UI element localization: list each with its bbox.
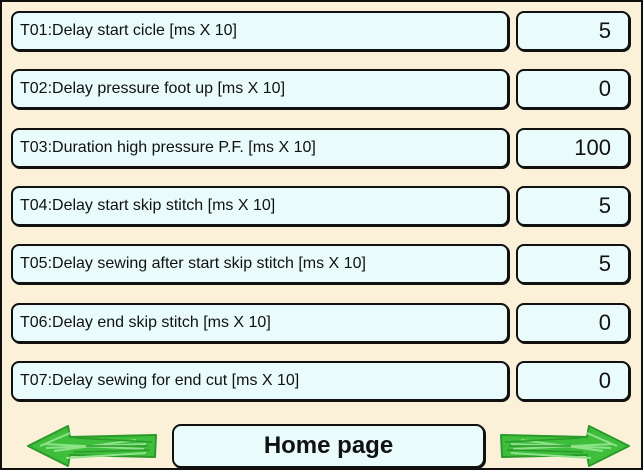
arrow-left-icon[interactable] [26,424,158,468]
bottom-navigation: Home page [2,424,641,468]
param-label-t06: T06:Delay end skip stitch [ms X 10] [11,303,509,343]
param-label-t05: T05:Delay sewing after start skip stitch… [11,244,509,284]
param-value-t07[interactable]: 0 [516,361,630,401]
param-value-t03[interactable]: 100 [516,128,630,168]
param-row-t03: T03:Duration high pressure P.F. [ms X 10… [11,128,635,172]
param-value-t05[interactable]: 5 [516,244,630,284]
param-label-t01: T01:Delay start cicle [ms X 10] [11,11,509,51]
param-value-t02[interactable]: 0 [516,69,630,109]
param-row-t06: T06:Delay end skip stitch [ms X 10] 0 [11,303,635,347]
param-row-t02: T02:Delay pressure foot up [ms X 10] 0 [11,69,635,113]
parameter-screen: T01:Delay start cicle [ms X 10] 5 T02:De… [0,0,643,470]
param-value-t04[interactable]: 5 [516,186,630,226]
param-row-t01: T01:Delay start cicle [ms X 10] 5 [11,11,635,55]
param-row-t05: T05:Delay sewing after start skip stitch… [11,244,635,288]
param-row-t04: T04:Delay start skip stitch [ms X 10] 5 [11,186,635,230]
param-value-t06[interactable]: 0 [516,303,630,343]
param-label-t07: T07:Delay sewing for end cut [ms X 10] [11,361,509,401]
param-label-t04: T04:Delay start skip stitch [ms X 10] [11,186,509,226]
param-row-t07: T07:Delay sewing for end cut [ms X 10] 0 [11,361,635,405]
arrow-right-icon[interactable] [499,424,631,468]
param-value-t01[interactable]: 5 [516,11,630,51]
home-page-button[interactable]: Home page [172,424,485,468]
param-label-t02: T02:Delay pressure foot up [ms X 10] [11,69,509,109]
param-label-t03: T03:Duration high pressure P.F. [ms X 10… [11,128,509,168]
